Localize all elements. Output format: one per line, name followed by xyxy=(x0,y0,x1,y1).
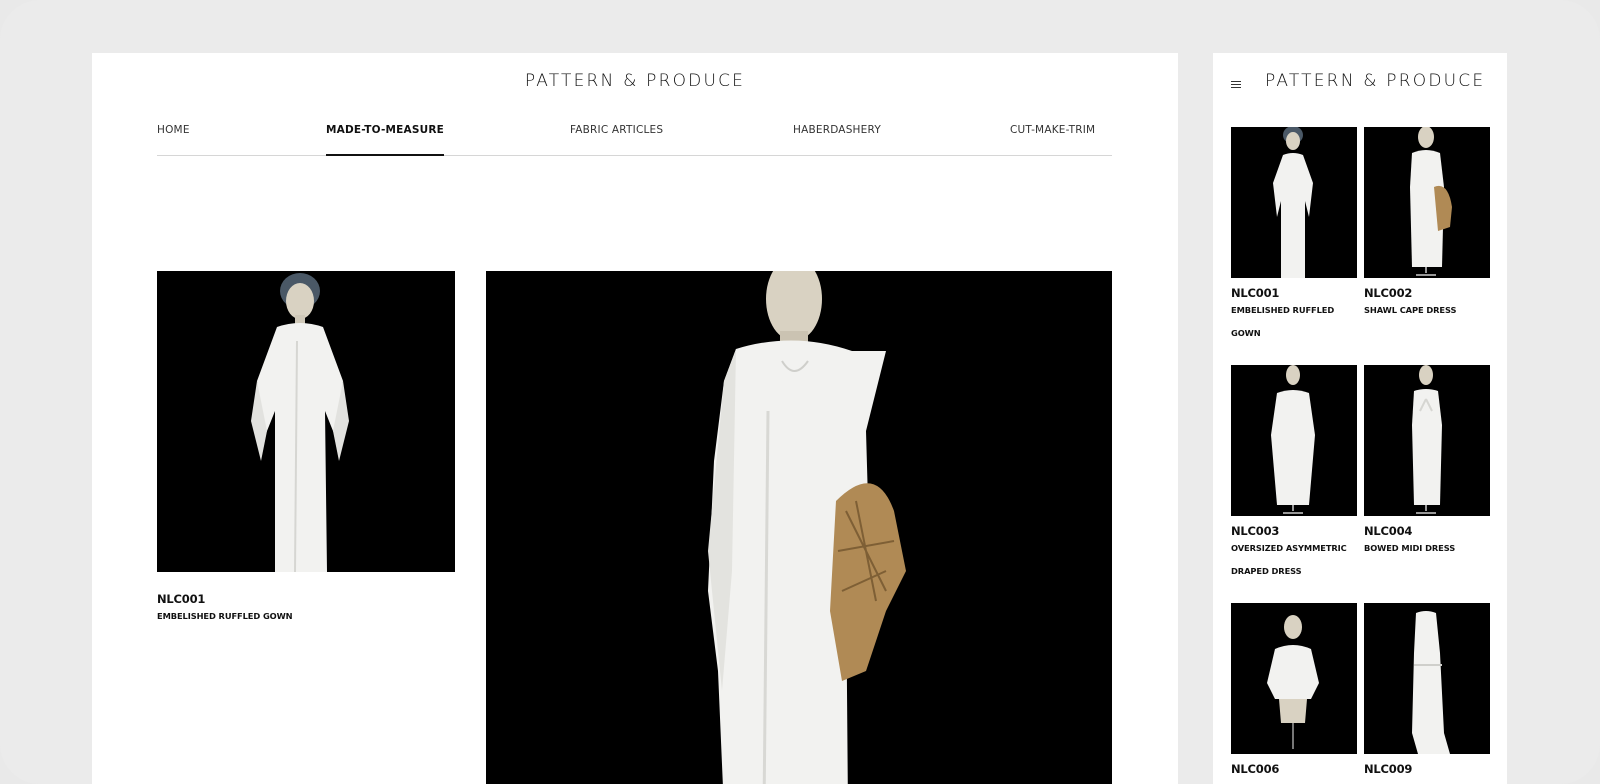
mobile-view: PATTERN & PRODUCE NLC001 EMBELISHED RUFF… xyxy=(1213,53,1507,784)
nav-haberdashery[interactable]: HABERDASHERY xyxy=(793,124,881,156)
product-card-photo[interactable] xyxy=(1364,365,1490,516)
product-card-code: NLC009 xyxy=(1364,762,1413,776)
product-card-photo[interactable] xyxy=(1231,127,1357,278)
product-name: EMBELISHED RUFFLED GOWN xyxy=(157,611,293,621)
nav-home[interactable]: HOME xyxy=(157,124,190,156)
product-card-photo[interactable] xyxy=(1231,603,1357,754)
product-card-name: OVERSIZED ASYMMETRIC xyxy=(1231,543,1347,553)
product-feature-photo[interactable] xyxy=(486,271,1112,784)
product-card-code: NLC003 xyxy=(1231,524,1280,538)
product-card-name: GOWN xyxy=(1231,328,1261,338)
nav-fabric-articles[interactable]: FABRIC ARTICLES xyxy=(570,124,663,156)
product-card-name: DRAPED DRESS xyxy=(1231,566,1302,576)
product-card-photo[interactable] xyxy=(1364,127,1490,278)
nav-cut-make-trim[interactable]: CUT-MAKE-TRIM xyxy=(1010,124,1095,156)
product-card-code: NLC001 xyxy=(1231,286,1280,300)
mobile-brand-logo[interactable]: PATTERN & PRODUCE xyxy=(1265,71,1485,91)
main-nav: HOME MADE-TO-MEASURE FABRIC ARTICLES HAB… xyxy=(157,110,1112,156)
product-code: NLC001 xyxy=(157,592,206,606)
product-card-photo[interactable] xyxy=(1231,365,1357,516)
product-card-photo[interactable] xyxy=(1364,603,1490,754)
product-card-name: EMBELISHED RUFFLED xyxy=(1231,305,1335,315)
brand-logo[interactable]: PATTERN & PRODUCE xyxy=(92,71,1178,91)
product-card-code: NLC006 xyxy=(1231,762,1280,776)
product-thumbnail-photo[interactable] xyxy=(157,271,455,572)
product-card-code: NLC004 xyxy=(1364,524,1413,538)
product-card-name: BOWED MIDI DRESS xyxy=(1364,543,1456,553)
menu-icon[interactable] xyxy=(1231,79,1241,89)
nav-made-to-measure[interactable]: MADE-TO-MEASURE xyxy=(326,124,445,156)
product-card-name: SHAWL CAPE DRESS xyxy=(1364,305,1457,315)
desktop-view: PATTERN & PRODUCE HOME MADE-TO-MEASURE F… xyxy=(92,53,1178,784)
product-card-code: NLC002 xyxy=(1364,286,1413,300)
